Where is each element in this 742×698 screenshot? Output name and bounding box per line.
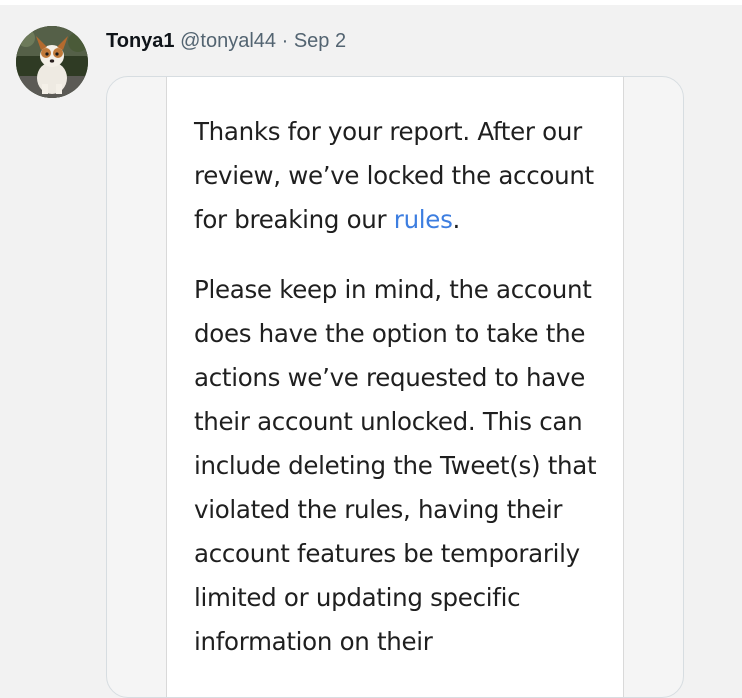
tweet-header: Tonya1 @tonyal44 · Sep 2 [106,29,346,53]
author-handle[interactable]: @tonyal44 [180,30,276,52]
message-paragraph-2: Please keep in mind, the account does ha… [194,275,597,656]
author-name[interactable]: Tonya1 [106,30,175,52]
paragraph-1-period: . [452,205,461,234]
tweet-date[interactable]: Sep 2 [294,30,346,52]
message-paragraph-1: Thanks for your report. After our review… [194,110,614,242]
top-divider [0,0,742,5]
avatar[interactable] [16,26,88,98]
rules-link: rules [393,205,453,234]
tweet-media-card[interactable]: Thanks for your report. After our review… [106,76,684,698]
separator-dot: · [281,30,289,52]
screenshot-image: Thanks for your report. After our review… [166,77,624,697]
screenshot-message: Thanks for your report. After our review… [194,110,614,664]
dog-avatar-image [16,26,88,98]
